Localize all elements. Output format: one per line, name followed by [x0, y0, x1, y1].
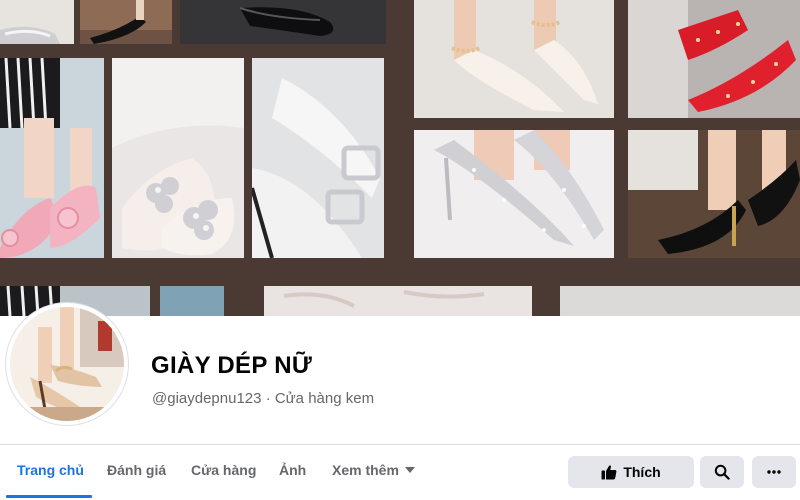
cover-tile-red-heels: [628, 0, 800, 118]
more-dots-icon: [767, 470, 781, 474]
cover-tile-bottom-middle: [264, 286, 532, 316]
caret-down-icon: [404, 467, 415, 474]
like-button-label: Thích: [623, 464, 661, 480]
cover-tile-bottom-blue: [160, 286, 224, 316]
cover-tile-pink-shoes: [0, 58, 104, 258]
cover-tile-beige-ankle-strap: [414, 0, 614, 118]
cover-tile-crystal-flats: [112, 58, 244, 258]
tab-photos[interactable]: Ảnh: [279, 462, 306, 478]
cover-tile-bottom-right: [560, 286, 800, 316]
cover-tile-black-pump: [180, 0, 386, 44]
header-divider: [0, 444, 800, 445]
cover-photo[interactable]: [0, 0, 800, 316]
page-username-category: @giaydepnu123 · Cửa hàng kem: [152, 390, 375, 407]
avatar[interactable]: [6, 303, 128, 425]
cover-tile-white-buckle-pumps: [252, 58, 384, 258]
cover-tile-glitter-pumps: [414, 130, 614, 258]
active-tab-indicator: [6, 495, 92, 498]
thumbs-up-icon: [601, 465, 617, 480]
cover-tile-black-pumps: [628, 130, 800, 258]
search-icon: [714, 464, 730, 480]
tab-shop[interactable]: Cửa hàng: [191, 462, 256, 478]
more-options-button[interactable]: [752, 456, 796, 488]
avatar-photo-nude-heels: [10, 307, 124, 421]
search-button[interactable]: [700, 456, 744, 488]
like-button[interactable]: Thích: [568, 456, 694, 488]
page-title: GIÀY DÉP NỮ: [151, 352, 313, 379]
tab-see-more-label: Xem thêm: [332, 462, 399, 478]
tab-home[interactable]: Trang chủ: [17, 462, 84, 478]
cover-tile-silver-shoe: [0, 0, 74, 44]
tab-reviews[interactable]: Đánh giá: [107, 462, 166, 478]
cover-tile-black-heel: [80, 0, 172, 44]
tab-see-more[interactable]: Xem thêm: [332, 462, 415, 478]
